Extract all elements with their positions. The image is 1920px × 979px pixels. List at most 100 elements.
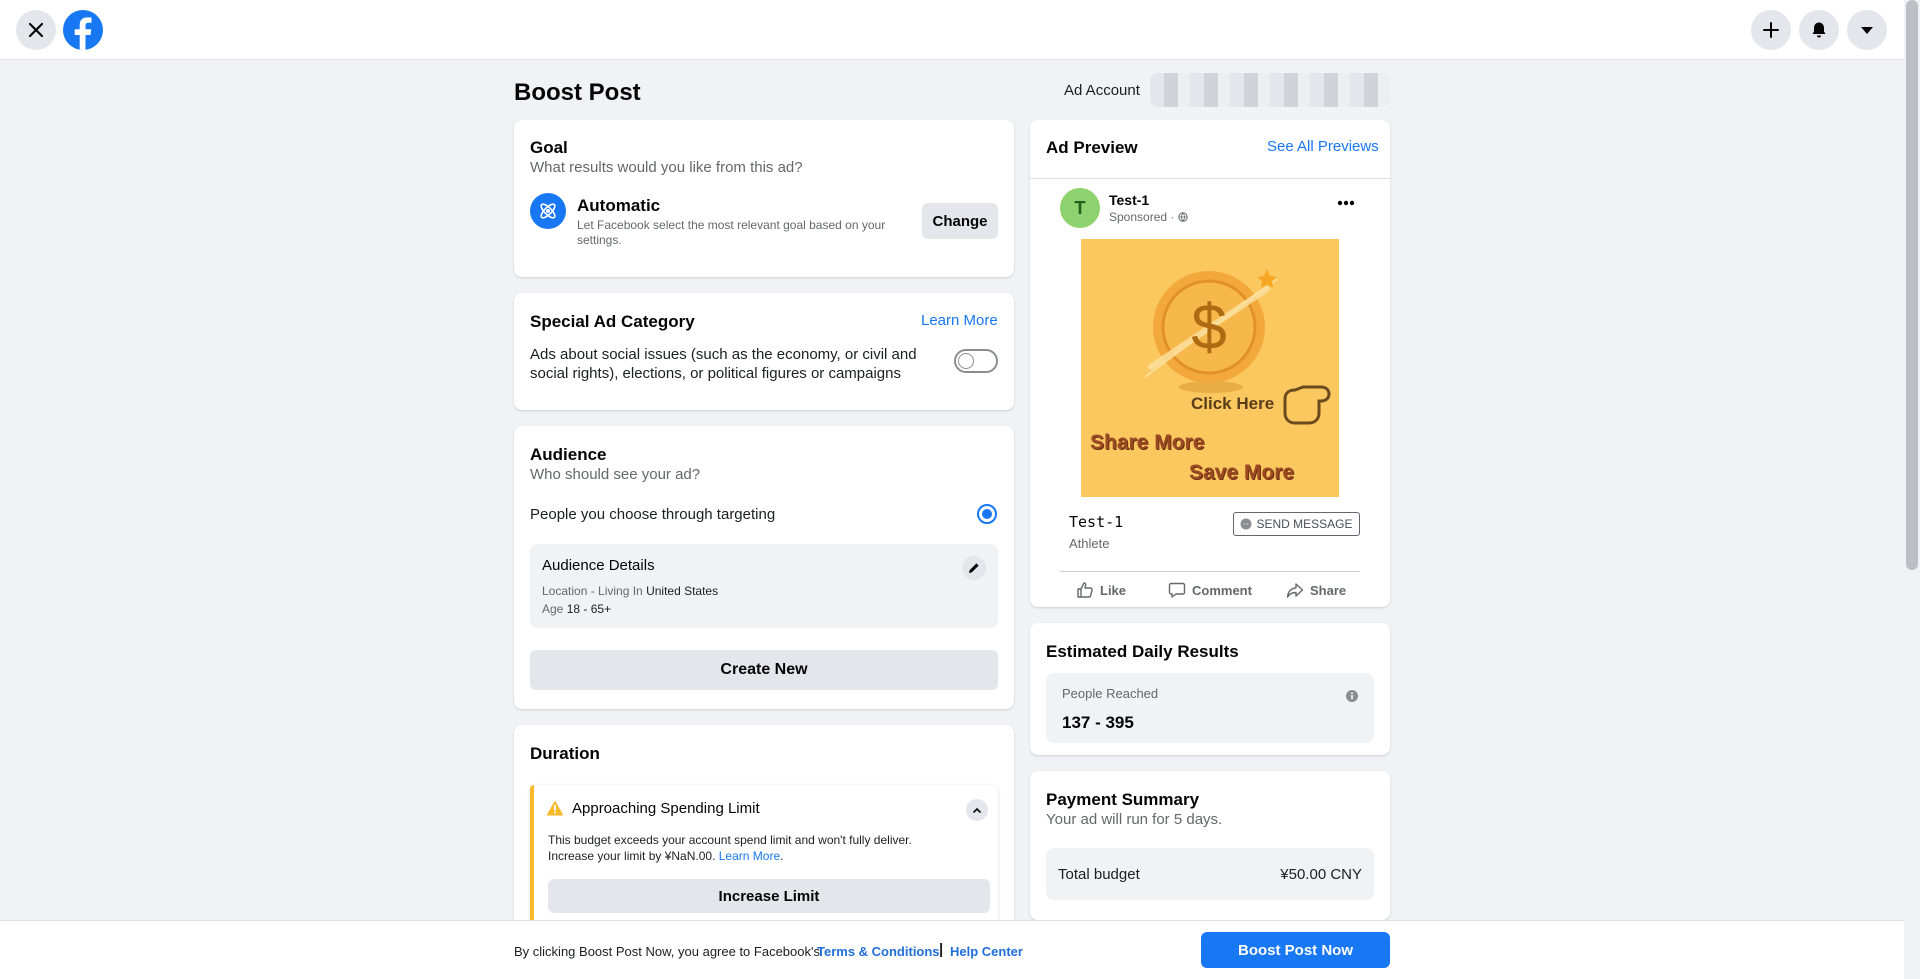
thumbs-up-icon [1077, 582, 1093, 598]
pencil-icon [969, 563, 979, 573]
create-new-audience-button[interactable]: Create New [530, 650, 998, 690]
send-message-label: SEND MESSAGE [1256, 517, 1353, 531]
warning-icon [546, 800, 564, 816]
info-icon[interactable] [1346, 690, 1358, 702]
warning-learn-more-link[interactable]: Learn More [719, 849, 780, 863]
cta-subtitle: Athlete [1069, 536, 1110, 551]
comment-action[interactable]: Comment [1168, 581, 1252, 599]
ad-account-selector[interactable] [1150, 73, 1390, 107]
comment-icon [1168, 582, 1186, 598]
post-sponsored: Sponsored · [1109, 210, 1189, 224]
ad-share-more-text: Share More [1090, 431, 1205, 454]
scrollbar-thumb[interactable] [1906, 0, 1918, 570]
warning-line-2: Increase your limit by ¥NaN.00. Learn Mo… [548, 848, 912, 864]
page-avatar: T [1060, 188, 1100, 228]
share-action[interactable]: Share [1286, 581, 1346, 599]
account-menu-button[interactable] [1847, 10, 1887, 50]
location-label: Location - Living In [542, 584, 647, 598]
payment-summary-card: Payment Summary Your ad will run for 5 d… [1030, 771, 1390, 920]
estimated-results-card: Estimated Daily Results People Reached 1… [1030, 623, 1390, 755]
audience-location: Location - Living In United States [542, 584, 718, 598]
facebook-logo[interactable] [63, 10, 103, 50]
age-value: 18 - 65+ [566, 602, 612, 616]
ad-creative-image: $ Click Here Share More Save More [1081, 239, 1339, 497]
chevron-up-icon [973, 807, 981, 813]
comment-label: Comment [1192, 582, 1252, 598]
warning-message: This budget exceeds your account spend l… [548, 832, 912, 864]
location-value: United States [646, 584, 719, 598]
globe-icon [1178, 212, 1189, 222]
post-page-name: Test-1 [1109, 192, 1150, 208]
special-category-desc: Ads about social issues (such as the eco… [530, 346, 917, 382]
audience-option-label: People you choose through targeting [530, 506, 776, 523]
special-learn-more-link[interactable]: Learn More [921, 312, 998, 329]
close-icon [28, 22, 44, 38]
like-label: Like [1100, 582, 1127, 598]
notifications-button[interactable] [1799, 10, 1839, 50]
scrollbar-track[interactable] [1904, 0, 1920, 979]
total-budget-label: Total budget [1058, 866, 1140, 883]
page-title: Boost Post [514, 79, 641, 106]
change-goal-button[interactable]: Change [922, 203, 998, 239]
special-category-toggle[interactable] [954, 349, 998, 373]
total-budget-row: Total budget ¥50.00 CNY [1046, 848, 1374, 900]
audience-option-radio[interactable] [977, 504, 997, 524]
warning-period: . [780, 849, 784, 863]
total-budget-value: ¥50.00 CNY [1280, 866, 1362, 883]
plus-icon [1763, 22, 1779, 38]
audience-details-box: Audience Details Location - Living In Un… [530, 544, 998, 628]
more-options-icon[interactable] [1337, 200, 1355, 206]
collapse-warning-button[interactable] [966, 799, 988, 821]
footer-agreement-text: By clicking Boost Post Now, you agree to… [514, 944, 820, 959]
close-button[interactable] [16, 10, 56, 50]
see-all-previews-link[interactable]: See All Previews [1267, 138, 1379, 155]
cta-title: Test-1 [1069, 513, 1124, 531]
coin-illustration [1144, 269, 1331, 425]
audience-age: Age 18 - 65+ [542, 602, 611, 616]
share-label: Share [1310, 582, 1347, 598]
divider [1030, 178, 1390, 179]
special-category-title: Special Ad Category [530, 312, 695, 331]
like-action[interactable]: Like [1076, 581, 1126, 599]
payment-summary-title: Payment Summary [1046, 790, 1200, 809]
help-center-link[interactable]: Help Center [950, 944, 1023, 959]
audience-title: Audience [530, 445, 607, 464]
audience-subtitle: Who should see your ad? [530, 466, 701, 483]
warning-line-2-text: Increase your limit by ¥NaN.00. [548, 849, 719, 863]
edit-audience-button[interactable] [962, 556, 986, 580]
audience-card: Audience Who should see your ad? People … [514, 426, 1014, 709]
messenger-icon [1240, 518, 1252, 530]
goal-automatic-icon [530, 193, 566, 229]
bell-icon [1812, 22, 1826, 38]
divider [1060, 571, 1360, 572]
payment-summary-subtitle: Your ad will run for 5 days. [1046, 811, 1223, 828]
ad-save-more-text: Save More [1189, 461, 1295, 484]
goal-option-desc: Let Facebook select the most relevant go… [577, 218, 886, 247]
toggle-knob [958, 353, 974, 369]
goal-title: Goal [530, 138, 568, 157]
special-ad-category-card: Special Ad Category Learn More Ads about… [514, 293, 1014, 410]
people-reached-value: 137 - 395 [1062, 713, 1134, 732]
people-reached-label: People Reached [1062, 686, 1159, 701]
atom-icon [540, 203, 556, 219]
age-label: Age [542, 602, 567, 616]
goal-subtitle: What results would you like from this ad… [530, 159, 803, 176]
goal-card: Goal What results would you like from th… [514, 120, 1014, 277]
share-icon [1286, 583, 1304, 598]
increase-limit-button[interactable]: Increase Limit [548, 879, 990, 913]
sponsored-label: Sponsored · [1109, 210, 1175, 224]
facebook-f-icon [74, 17, 92, 50]
boost-post-now-button[interactable]: Boost Post Now [1201, 932, 1390, 968]
warning-title: Approaching Spending Limit [572, 800, 760, 817]
send-message-button[interactable]: SEND MESSAGE [1233, 512, 1360, 536]
estimated-results-title: Estimated Daily Results [1046, 642, 1239, 661]
top-bar [0, 0, 1904, 60]
ad-account-label: Ad Account [1064, 82, 1140, 99]
create-button[interactable] [1751, 10, 1791, 50]
footer-separator: | [939, 941, 944, 958]
terms-conditions-link[interactable]: Terms & Conditions [817, 944, 940, 959]
people-reached-box: People Reached 137 - 395 [1046, 673, 1374, 743]
ad-click-here-text: Click Here [1191, 394, 1275, 413]
caret-down-icon [1861, 27, 1873, 34]
goal-option-title: Automatic [577, 196, 661, 215]
